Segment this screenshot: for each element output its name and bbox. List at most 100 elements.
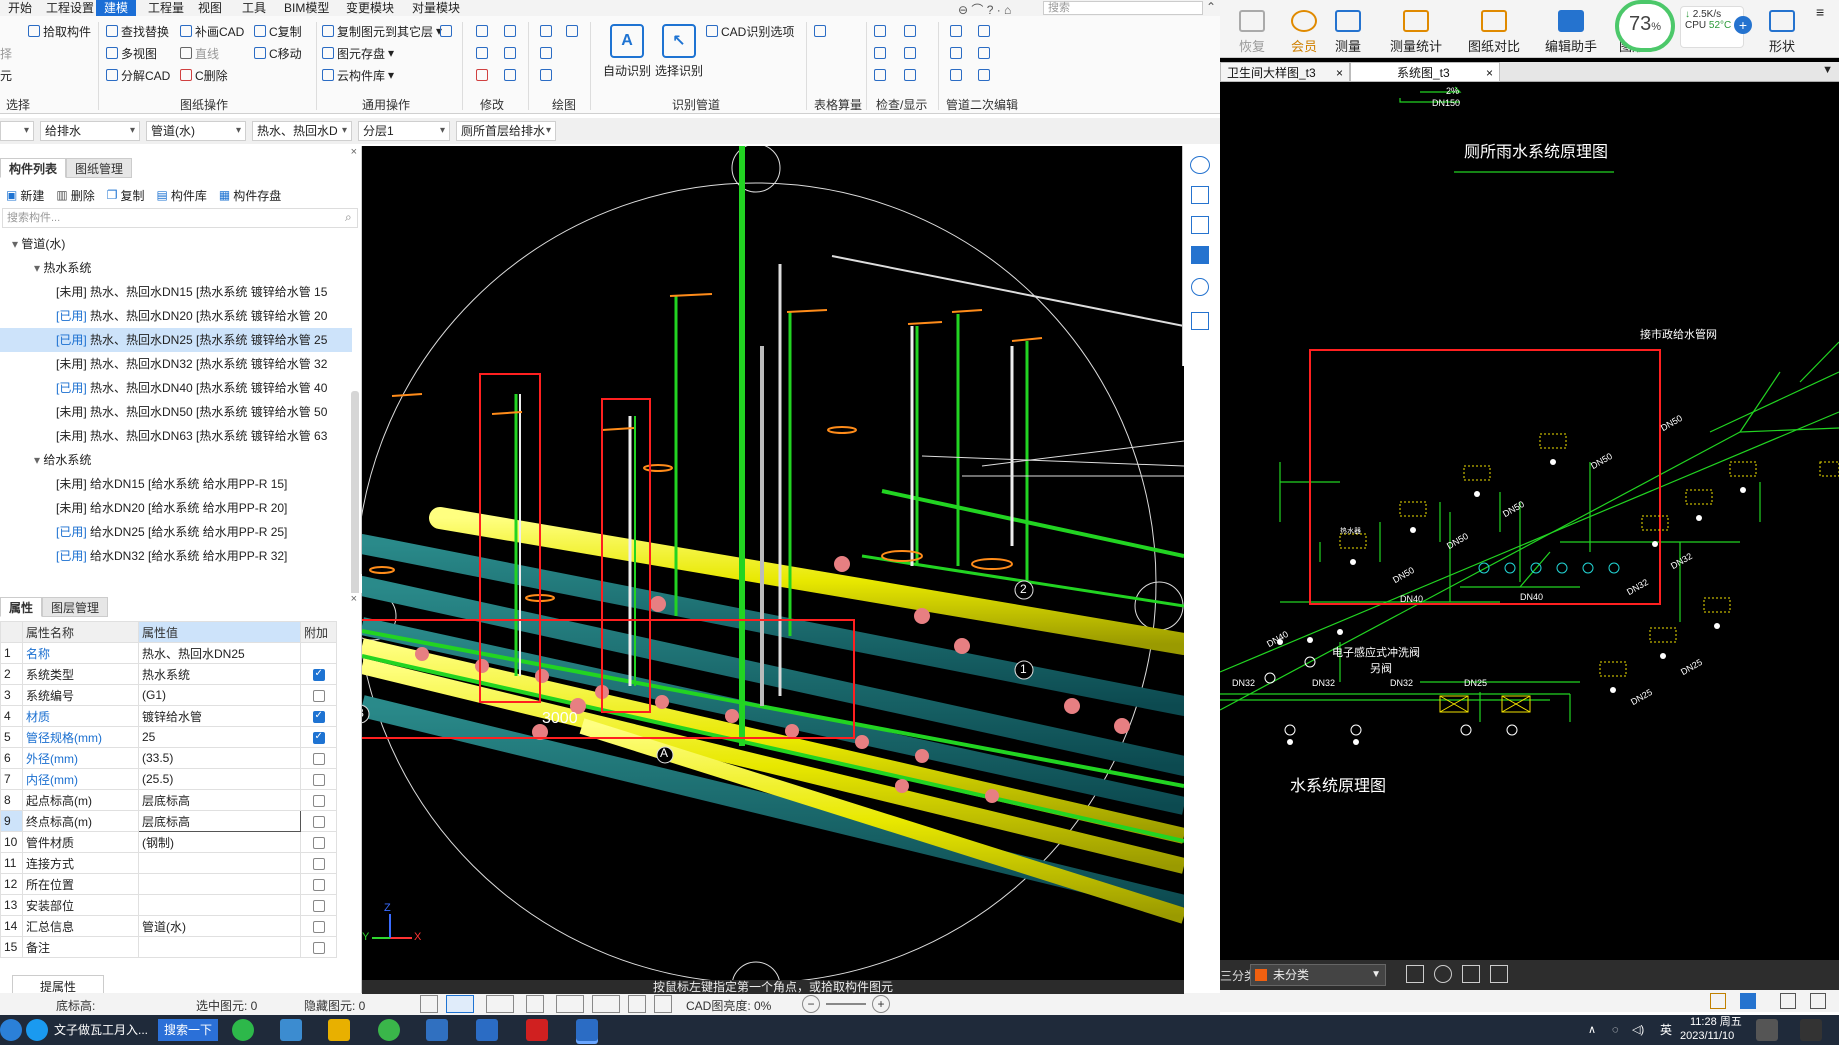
orbit-icon[interactable] <box>1189 156 1210 174</box>
property-row[interactable]: 11 连接方式 <box>0 852 337 874</box>
close-icon[interactable]: × <box>351 593 357 605</box>
tree-item[interactable]: [未用] 热水、热回水DN50 [热水系统 镀锌给水管 50 <box>0 400 352 424</box>
move-icon[interactable] <box>1434 965 1452 983</box>
tree-item[interactable]: [已用] 热水、热回水DN40 [热水系统 镀锌给水管 40 <box>0 376 352 400</box>
property-value[interactable] <box>138 936 301 958</box>
dimension-button[interactable] <box>592 995 620 1013</box>
expand-arrow-icon[interactable]: ▾ <box>34 453 43 467</box>
tree-item[interactable]: [未用] 给水DN15 [给水系统 给水用PP-R 15] <box>0 472 352 496</box>
menu-bim-model[interactable]: BIM模型 <box>276 0 337 16</box>
property-value[interactable]: 层底标高 <box>138 810 301 832</box>
library-button[interactable]: ▤ 构件库 <box>157 187 207 204</box>
sec-edit-4[interactable] <box>978 44 990 62</box>
property-value[interactable]: (G1) <box>138 684 301 706</box>
category-select[interactable]: 未分类 ▼ <box>1250 964 1386 986</box>
paste-icon[interactable] <box>1490 965 1508 983</box>
extra-checkbox[interactable] <box>312 920 325 933</box>
edit-icon[interactable] <box>1406 965 1424 983</box>
draw-pipe-button[interactable] <box>566 22 578 40</box>
save-component-button[interactable]: ▦ 构件存盘 <box>219 187 281 204</box>
property-row[interactable]: 14 汇总信息 管道(水) <box>0 915 337 937</box>
close-icon[interactable]: × <box>1336 63 1343 83</box>
draw-point-button[interactable] <box>540 44 552 62</box>
filter-button[interactable] <box>874 22 886 40</box>
restore-button[interactable]: 恢复 <box>1224 10 1280 55</box>
sec-edit-1[interactable] <box>950 22 962 40</box>
menu-change-module[interactable]: 变更模块 <box>338 0 402 16</box>
tab-layer-management[interactable]: 图层管理 <box>42 597 109 617</box>
c-copy-button[interactable]: C复制 <box>254 22 302 40</box>
copy-icon[interactable] <box>1462 965 1480 983</box>
tree-item[interactable]: [已用] 热水、热回水DN25 [热水系统 镀锌给水管 25 <box>0 328 352 352</box>
check-layer-button[interactable] <box>904 44 916 62</box>
cloud-library-button[interactable]: 云构件库 ▾ <box>322 66 394 84</box>
close-icon[interactable]: × <box>1486 63 1493 83</box>
property-value[interactable]: 层底标高 <box>138 789 301 811</box>
copy-to-layer-button[interactable]: 复制图元到其它层 ▾ <box>322 22 442 40</box>
sec-edit-3[interactable] <box>950 44 962 62</box>
filter-component[interactable]: 热水、热回水D <box>252 121 352 141</box>
filter-floor[interactable]: 分层1 <box>358 121 450 141</box>
filter-drawing[interactable]: 厕所首层给排水 <box>456 121 556 141</box>
property-value[interactable]: 管道(水) <box>138 915 301 937</box>
add-widget-icon[interactable]: + <box>1734 16 1752 34</box>
status-icon-1[interactable] <box>1710 993 1726 1009</box>
menu-modeling[interactable]: 建模 <box>96 0 137 16</box>
extra-checkbox[interactable] <box>312 668 325 681</box>
zoom-out-icon[interactable]: − <box>802 995 820 1013</box>
start-icon[interactable] <box>0 1019 22 1041</box>
action-center-icon[interactable] <box>1800 1019 1822 1041</box>
view-cube-button[interactable] <box>486 995 514 1013</box>
display-settings-icon[interactable] <box>1190 312 1209 330</box>
tree-item[interactable]: [未用] 热水、热回水DN32 [热水系统 镀锌给水管 32 <box>0 352 352 376</box>
extra-checkbox[interactable] <box>312 899 325 912</box>
folder-icon[interactable] <box>328 1019 350 1041</box>
copy-button[interactable]: ❐ 复制 <box>107 187 145 204</box>
c-move-button[interactable]: C移动 <box>254 44 302 62</box>
line-button[interactable]: 直线 <box>180 44 219 62</box>
property-value[interactable] <box>138 852 301 874</box>
3d-view-icon[interactable] <box>1190 216 1209 234</box>
status-icon-2[interactable] <box>1740 993 1756 1009</box>
wps-icon[interactable] <box>526 1019 548 1041</box>
filter-type[interactable]: 管道(水) <box>146 121 246 141</box>
property-value[interactable]: (25.5) <box>138 768 301 790</box>
modify-delete-button[interactable] <box>476 66 488 84</box>
c-delete-button[interactable]: C删除 <box>180 66 228 84</box>
preview-app-icon[interactable] <box>476 1019 498 1041</box>
extra-checkbox[interactable] <box>312 836 325 849</box>
shape-button[interactable]: 形状 <box>1754 10 1810 55</box>
menu-check-module[interactable]: 对量模块 <box>404 0 468 16</box>
refresh-icon[interactable] <box>1190 278 1209 296</box>
print-button[interactable] <box>628 995 646 1013</box>
menu-tools[interactable]: 工具 <box>234 0 274 16</box>
property-row[interactable]: 4 材质 镀锌给水管 <box>0 705 337 727</box>
notification-app-icon[interactable] <box>1756 1019 1778 1041</box>
snap-off-button[interactable] <box>526 995 544 1013</box>
check-select-button[interactable] <box>874 44 886 62</box>
extra-common-button[interactable] <box>440 22 452 40</box>
status-icon-4[interactable] <box>1810 993 1826 1009</box>
drawing-compare-button[interactable]: 图纸对比 <box>1454 10 1534 55</box>
delete-button[interactable]: ▥ 删除 <box>56 187 94 204</box>
search-now-button[interactable]: 搜索一下 <box>158 1019 219 1041</box>
glodon-app-icon[interactable] <box>576 1019 598 1041</box>
modify-copy-button[interactable] <box>476 22 488 40</box>
menu-project-settings[interactable]: 工程设置 <box>38 0 102 16</box>
property-row[interactable]: 9 终点标高(m) 层底标高 <box>0 810 337 832</box>
find-replace-button[interactable]: 查找替换 <box>106 22 169 40</box>
property-value[interactable]: 热水、热回水DN25 <box>138 642 301 664</box>
3d-viewport[interactable]: 3000 A B 1 2 Z Y X <box>362 146 1184 980</box>
menu-quantities[interactable]: 工程量 <box>140 0 192 16</box>
menu-view[interactable]: 视图 <box>190 0 230 16</box>
expand-arrow-icon[interactable]: ▾ <box>12 237 21 251</box>
wifi-icon[interactable]: ◌ <box>1612 1019 1619 1041</box>
app-green-icon[interactable] <box>378 1019 400 1041</box>
edit-assistant-button[interactable]: 编辑助手 <box>1536 10 1606 55</box>
cad-app-icon[interactable] <box>426 1019 448 1041</box>
filter-discipline[interactable]: 给排水 <box>40 121 140 141</box>
extra-checkbox[interactable] <box>312 941 325 954</box>
expand-arrow-icon[interactable]: ▾ <box>34 261 43 275</box>
tree-scrollbar[interactable] <box>351 391 359 601</box>
tree-item[interactable]: [已用] 给水DN32 [给水系统 给水用PP-R 32] <box>0 544 352 568</box>
